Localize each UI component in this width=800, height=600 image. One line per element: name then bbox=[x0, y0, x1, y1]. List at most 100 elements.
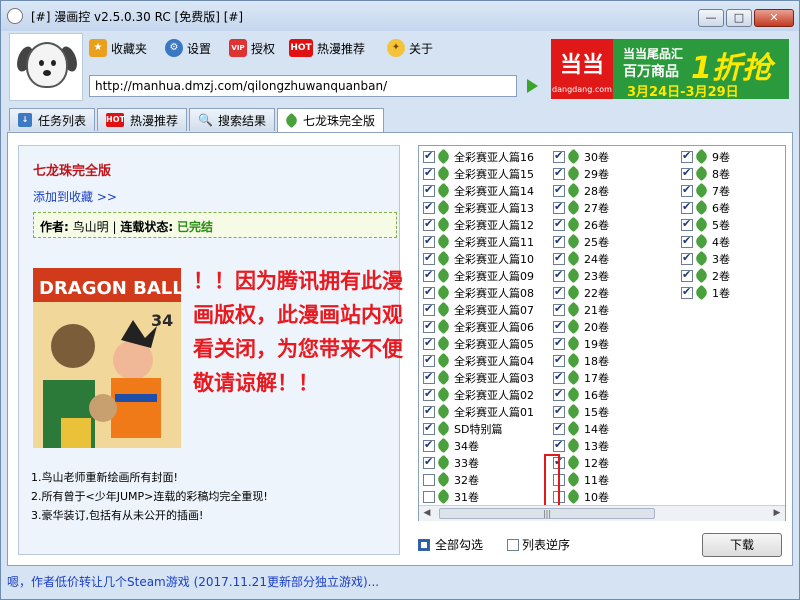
maximize-button[interactable]: □ bbox=[726, 9, 752, 27]
chapter-checkbox[interactable] bbox=[423, 268, 435, 282]
chapter-checkbox[interactable] bbox=[423, 473, 435, 486]
chapter-row[interactable]: 7卷 bbox=[681, 182, 730, 199]
chapter-checkbox[interactable] bbox=[423, 387, 435, 401]
chapter-row[interactable]: 19卷 bbox=[553, 335, 609, 352]
chapter-row[interactable]: 全彩赛亚人篇01 bbox=[423, 403, 534, 420]
chapter-checkbox[interactable] bbox=[553, 149, 565, 163]
chapter-row[interactable]: 全彩赛亚人篇09 bbox=[423, 267, 534, 284]
chapter-checkbox[interactable] bbox=[423, 370, 435, 384]
chapter-checkbox[interactable] bbox=[553, 285, 565, 299]
chapter-checkbox[interactable] bbox=[423, 455, 435, 469]
chapter-row[interactable]: 5卷 bbox=[681, 216, 730, 233]
chapter-checkbox[interactable] bbox=[423, 438, 435, 452]
chapter-row[interactable]: 30卷 bbox=[553, 148, 609, 165]
chapter-row[interactable]: 29卷 bbox=[553, 165, 609, 182]
select-all-checkbox[interactable]: 全部勾选 bbox=[418, 536, 483, 553]
hot-button[interactable]: HOT 热漫推荐 bbox=[289, 37, 365, 59]
chapter-row[interactable]: 22卷 bbox=[553, 284, 609, 301]
chapter-checkbox[interactable] bbox=[423, 251, 435, 265]
chapter-checkbox[interactable] bbox=[423, 285, 435, 299]
chapter-checkbox[interactable] bbox=[423, 336, 435, 350]
ad-banner[interactable]: 当当 dangdang.com 当当尾品汇 百万商品 1折抢 3月24日-3月2… bbox=[551, 39, 789, 100]
chapter-row[interactable]: 34卷 bbox=[423, 437, 534, 454]
chapter-row[interactable]: 全彩赛亚人篇10 bbox=[423, 250, 534, 267]
scroll-right-arrow-icon[interactable]: ▶ bbox=[769, 506, 785, 521]
chapter-checkbox[interactable] bbox=[553, 251, 565, 265]
chapter-checkbox[interactable] bbox=[553, 319, 565, 333]
chapter-checkbox[interactable] bbox=[423, 183, 435, 197]
chapter-checkbox[interactable] bbox=[553, 234, 565, 248]
chapter-row[interactable]: 6卷 bbox=[681, 199, 730, 216]
chapter-checkbox[interactable] bbox=[423, 404, 435, 418]
chapter-checkbox[interactable] bbox=[423, 166, 435, 180]
chapter-checkbox[interactable] bbox=[423, 319, 435, 333]
scroll-left-arrow-icon[interactable]: ◀ bbox=[419, 506, 435, 521]
chapter-checkbox[interactable] bbox=[553, 438, 565, 452]
tab-task-list[interactable]: ↓ 任务列表 bbox=[9, 108, 96, 131]
chapter-checkbox[interactable] bbox=[423, 421, 435, 435]
chapter-row[interactable]: 全彩赛亚人篇07 bbox=[423, 301, 534, 318]
chapter-row[interactable]: 全彩赛亚人篇15 bbox=[423, 165, 534, 182]
chapter-row[interactable]: 21卷 bbox=[553, 301, 609, 318]
go-arrow-icon[interactable] bbox=[527, 79, 538, 93]
chapter-row[interactable]: 1卷 bbox=[681, 284, 730, 301]
about-button[interactable]: ✦ 关于 bbox=[387, 37, 433, 59]
chapter-row[interactable]: 11卷 bbox=[553, 471, 609, 488]
chapter-row[interactable]: 全彩赛亚人篇16 bbox=[423, 148, 534, 165]
chapter-row[interactable]: 3卷 bbox=[681, 250, 730, 267]
chapter-row[interactable]: 18卷 bbox=[553, 352, 609, 369]
chapter-checkbox[interactable] bbox=[681, 268, 693, 282]
chapter-row[interactable]: 2卷 bbox=[681, 267, 730, 284]
chapter-row[interactable]: 全彩赛亚人篇13 bbox=[423, 199, 534, 216]
chapter-checkbox[interactable] bbox=[553, 166, 565, 180]
chapter-checkbox[interactable] bbox=[553, 387, 565, 401]
chapter-row[interactable]: 12卷 bbox=[553, 454, 609, 471]
chapter-row[interactable]: 24卷 bbox=[553, 250, 609, 267]
chapter-checkbox[interactable] bbox=[681, 251, 693, 265]
chapter-checkbox[interactable] bbox=[553, 370, 565, 384]
chapter-checkbox[interactable] bbox=[553, 353, 565, 367]
chapter-checkbox[interactable] bbox=[553, 200, 565, 214]
tab-book[interactable]: 七龙珠完全版 bbox=[277, 108, 385, 132]
chapter-checkbox[interactable] bbox=[423, 200, 435, 214]
chapter-row[interactable]: 8卷 bbox=[681, 165, 730, 182]
reverse-list-checkbox[interactable]: 列表逆序 bbox=[507, 536, 570, 553]
chapter-checkbox[interactable] bbox=[553, 336, 565, 350]
settings-button[interactable]: ⚙ 设置 bbox=[165, 37, 211, 59]
chapter-row[interactable]: 全彩赛亚人篇06 bbox=[423, 318, 534, 335]
chapter-row[interactable]: 13卷 bbox=[553, 437, 609, 454]
license-button[interactable]: VIP 授权 bbox=[229, 37, 275, 59]
minimize-button[interactable]: — bbox=[698, 9, 724, 27]
chapter-checkbox[interactable] bbox=[681, 183, 693, 197]
download-button[interactable]: 下载 bbox=[702, 533, 782, 557]
status-bar-text[interactable]: 嗯，作者低价转让几个Steam游戏 (2017.11.21更新部分独立游戏)..… bbox=[7, 573, 379, 590]
chapter-checkbox[interactable] bbox=[681, 217, 693, 231]
url-input[interactable]: http://manhua.dmzj.com/qilongzhuwanquanb… bbox=[89, 75, 517, 97]
chapter-row[interactable]: 全彩赛亚人篇08 bbox=[423, 284, 534, 301]
chapter-checkbox[interactable] bbox=[553, 421, 565, 435]
chapter-checkbox[interactable] bbox=[553, 302, 565, 316]
chapter-checkbox[interactable] bbox=[553, 217, 565, 231]
chapter-row[interactable]: SD特别篇 bbox=[423, 420, 534, 437]
chapter-row[interactable]: 25卷 bbox=[553, 233, 609, 250]
chapter-checkbox[interactable] bbox=[553, 404, 565, 418]
chapter-row[interactable]: 17卷 bbox=[553, 369, 609, 386]
chapter-row[interactable]: 16卷 bbox=[553, 386, 609, 403]
tab-search-results[interactable]: 🔍 搜索结果 bbox=[189, 108, 276, 131]
scroll-thumb[interactable]: ||| bbox=[439, 508, 655, 519]
chapter-checkbox[interactable] bbox=[423, 353, 435, 367]
chapter-row[interactable]: 10卷 bbox=[553, 488, 609, 505]
chapter-checkbox[interactable] bbox=[681, 149, 693, 163]
chapter-row[interactable]: 23卷 bbox=[553, 267, 609, 284]
chapter-row[interactable]: 31卷 bbox=[423, 488, 534, 505]
chapter-row[interactable]: 全彩赛亚人篇03 bbox=[423, 369, 534, 386]
chapter-checkbox[interactable] bbox=[423, 490, 435, 503]
chapter-row[interactable]: 20卷 bbox=[553, 318, 609, 335]
chapter-checkbox[interactable] bbox=[423, 217, 435, 231]
chapter-row[interactable]: 28卷 bbox=[553, 182, 609, 199]
chapter-row[interactable]: 全彩赛亚人篇14 bbox=[423, 182, 534, 199]
chapter-checkbox[interactable] bbox=[681, 285, 693, 299]
favorites-button[interactable]: ★ 收藏夹 bbox=[89, 37, 147, 59]
chapter-row[interactable]: 4卷 bbox=[681, 233, 730, 250]
chapter-row[interactable]: 全彩赛亚人篇05 bbox=[423, 335, 534, 352]
